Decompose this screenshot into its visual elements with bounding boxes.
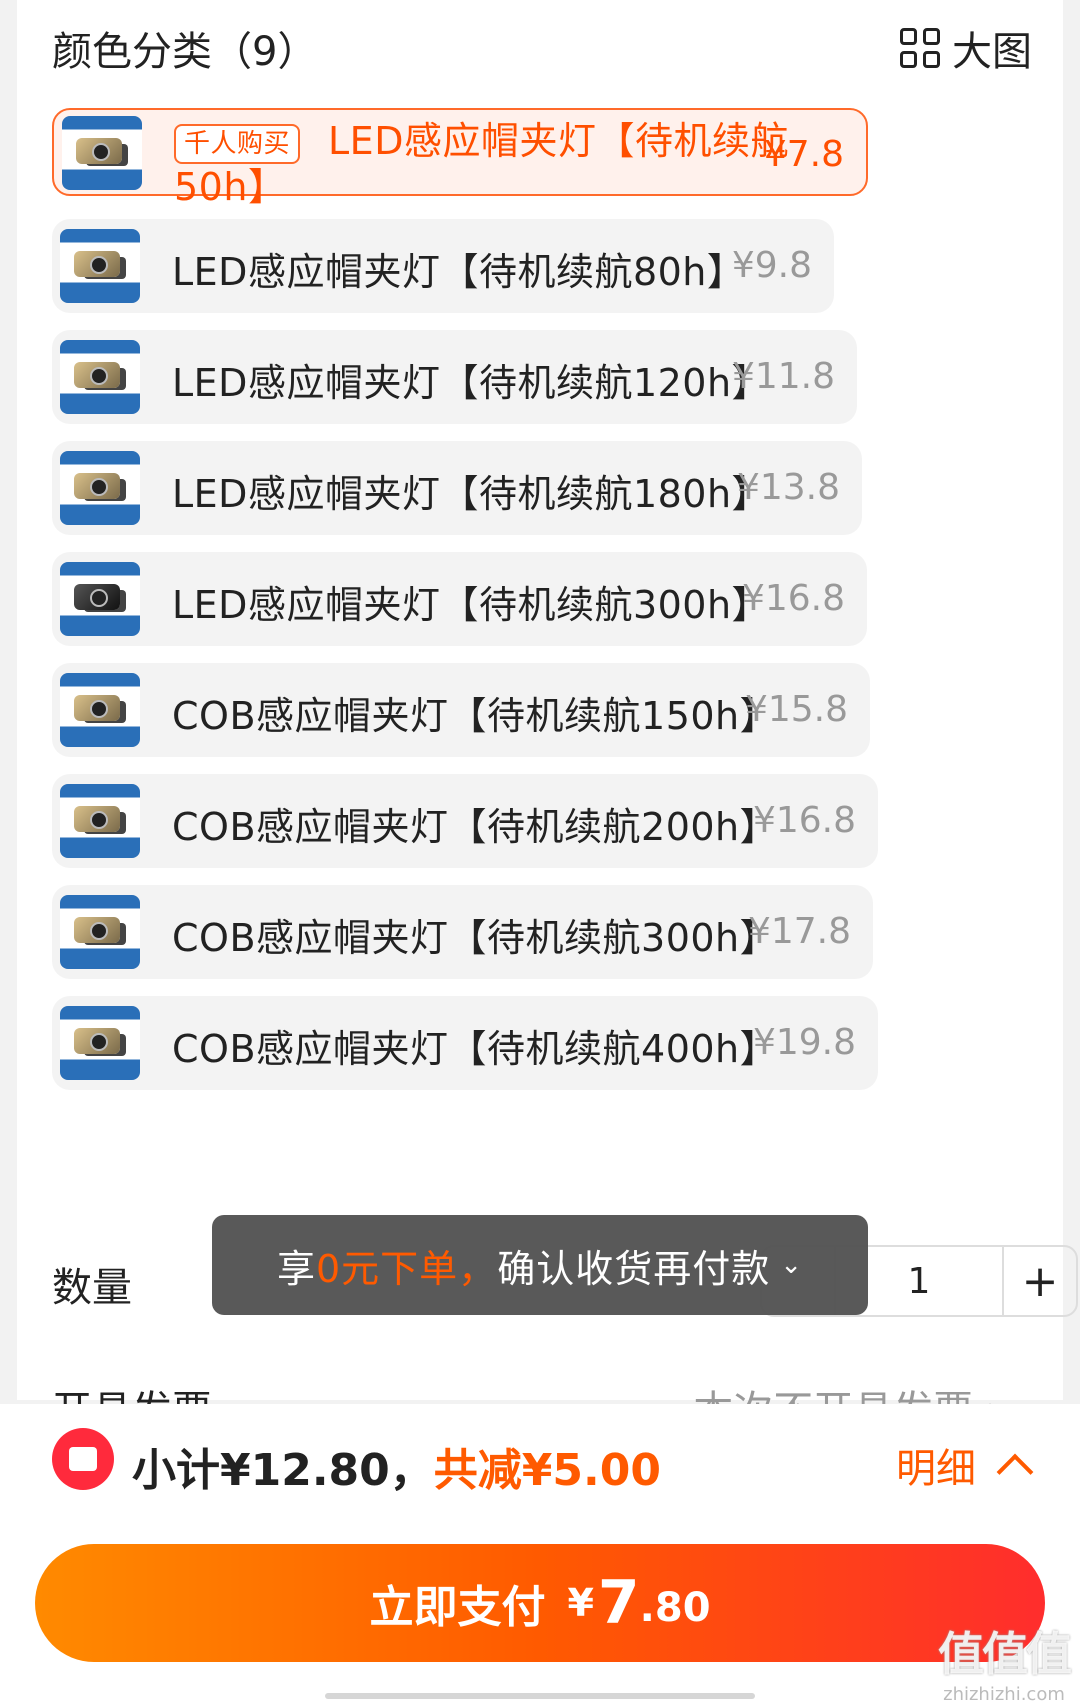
- option-item-selected[interactable]: 千人购买 LED感应帽夹灯【待机续航50h】 ¥7.8: [52, 108, 868, 209]
- option-label: LED感应帽夹灯【待机续航120h】: [172, 361, 771, 405]
- option-item[interactable]: COB感应帽夹灯【待机续航400h】 ¥19.8: [52, 996, 878, 1090]
- home-indicator: [325, 1693, 755, 1699]
- toast-prefix: 享: [276, 1246, 316, 1291]
- option-price: ¥11.8: [731, 356, 835, 397]
- toast-suffix: 确认收货再付款: [497, 1246, 771, 1291]
- option-price: ¥16.8: [752, 800, 856, 841]
- checkout-bar: 小计¥12.80，共减¥5.00 明细 立即支付 ¥ 7 .80 值值值 zhi…: [0, 1404, 1080, 1705]
- color-category-title: 颜色分类（9）: [52, 29, 318, 75]
- invoice-value: 本次不开具发票 ›: [693, 1378, 1002, 1404]
- option-price: ¥9.8: [731, 245, 812, 286]
- option-thumbnail: [60, 562, 140, 636]
- option-price: ¥17.8: [747, 911, 851, 952]
- option-price: ¥19.8: [752, 1022, 856, 1063]
- sheet-header: 颜色分类（9） 大图: [52, 18, 1032, 78]
- option-item[interactable]: COB感应帽夹灯【待机续航300h】 ¥17.8: [52, 885, 873, 979]
- option-label: COB感应帽夹灯【待机续航150h】: [172, 694, 779, 738]
- subtotal-amount: 小计¥12.80，: [132, 1445, 434, 1496]
- option-thumbnail: [60, 340, 140, 414]
- zero-pay-toast: 享 0元下单， 确认收货再付款 ⌄: [212, 1215, 868, 1315]
- option-label: 千人购买 LED感应帽夹灯【待机续航50h】: [174, 119, 789, 209]
- option-price: ¥16.8: [741, 578, 845, 619]
- option-thumbnail: [60, 1006, 140, 1080]
- option-label: COB感应帽夹灯【待机续航400h】: [172, 1027, 779, 1071]
- pay-amount-decimal: .80: [639, 1585, 711, 1631]
- option-thumbnail: [60, 451, 140, 525]
- option-thumbnail: [62, 116, 142, 190]
- option-item[interactable]: LED感应帽夹灯【待机续航300h】 ¥16.8: [52, 552, 867, 646]
- option-price: ¥7.8: [763, 134, 844, 175]
- chevron-down-icon: ⌄: [780, 1250, 803, 1280]
- increment-button[interactable]: +: [1004, 1247, 1076, 1315]
- detail-label: 明细: [896, 1446, 976, 1492]
- big-view-toggle[interactable]: 大图: [900, 19, 1032, 77]
- option-thumbnail: [60, 895, 140, 969]
- chevron-up-icon: [996, 1453, 1034, 1491]
- big-view-label: 大图: [952, 29, 1032, 75]
- pay-amount-integer: 7: [597, 1568, 640, 1638]
- coupon-icon: [52, 1428, 114, 1490]
- hot-tag: 千人购买: [174, 123, 301, 164]
- option-label: COB感应帽夹灯【待机续航300h】: [172, 916, 779, 960]
- pay-currency: ¥: [567, 1581, 594, 1625]
- option-item[interactable]: COB感应帽夹灯【待机续航200h】 ¥16.8: [52, 774, 878, 868]
- toast-highlight: 0元下单，: [316, 1246, 498, 1291]
- quantity-label: 数量: [52, 1265, 132, 1311]
- option-thumbnail: [60, 229, 140, 303]
- invoice-row[interactable]: 开具发票 本次不开具发票 ›: [52, 1378, 1032, 1404]
- invoice-label: 开具发票: [52, 1378, 212, 1404]
- site-watermark: 值值值 zhizhizhi.com: [938, 1627, 1072, 1705]
- discount-amount: 共减¥5.00: [433, 1445, 661, 1496]
- option-item[interactable]: LED感应帽夹灯【待机续航80h】 ¥9.8: [52, 219, 834, 313]
- pay-label: 立即支付: [369, 1582, 546, 1633]
- subtotal-text: 小计¥12.80，共减¥5.00: [132, 1434, 661, 1498]
- option-item[interactable]: COB感应帽夹灯【待机续航150h】 ¥15.8: [52, 663, 870, 757]
- option-label: LED感应帽夹灯【待机续航180h】: [172, 472, 771, 516]
- option-thumbnail: [60, 673, 140, 747]
- pay-now-button[interactable]: 立即支付 ¥ 7 .80: [35, 1544, 1045, 1662]
- option-label: COB感应帽夹灯【待机续航200h】: [172, 805, 779, 849]
- option-label: LED感应帽夹灯【待机续航300h】: [172, 583, 771, 627]
- grid-view-icon: [900, 28, 940, 68]
- option-item[interactable]: LED感应帽夹灯【待机续航120h】 ¥11.8: [52, 330, 857, 424]
- option-price: ¥15.8: [744, 689, 848, 730]
- detail-toggle[interactable]: 明细: [896, 1436, 1034, 1494]
- option-thumbnail: [60, 784, 140, 858]
- option-label: LED感应帽夹灯【待机续航80h】: [172, 250, 746, 294]
- option-item[interactable]: LED感应帽夹灯【待机续航180h】 ¥13.8: [52, 441, 862, 535]
- option-price: ¥13.8: [736, 467, 840, 508]
